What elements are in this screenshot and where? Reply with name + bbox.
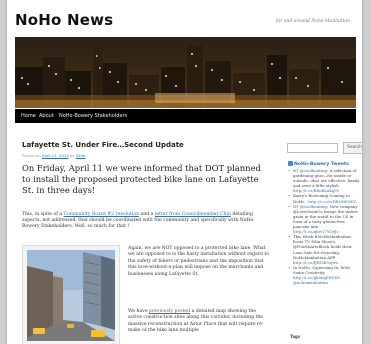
- post-paragraph-3: We have previously posted a detailed map…: [128, 309, 270, 335]
- tweet-item: RT @coolhunting: A selection of gardenin…: [288, 168, 362, 193]
- tweets-list: RT @coolhunting: A selection of gardenin…: [288, 168, 362, 285]
- tweet-item: This Week #NoHoManhattan hosts TV Film S…: [288, 234, 362, 265]
- site-title[interactable]: NoHo News: [15, 11, 113, 29]
- post-lead-paragraph: On Friday, April 11 we were informed tha…: [22, 163, 261, 195]
- para3-text-a: We have: [128, 309, 149, 314]
- post-meta-by: by: [69, 153, 75, 158]
- nav-item-about[interactable]: About: [39, 113, 54, 119]
- previously-posted-link[interactable]: previously posted: [149, 309, 190, 314]
- councilmember-letter-link[interactable]: letter from Councilmember Chin: [155, 212, 231, 217]
- community-board-resolution-link[interactable]: Community Board #2 resolution: [64, 212, 140, 217]
- post-author-link[interactable]: Zella: [76, 153, 85, 158]
- tweet-item: In NoHo: Squeezing In, With Some Creativ…: [288, 265, 362, 285]
- tweets-title-text: NoHo-Bowery Tweets: [294, 162, 349, 167]
- page-wrapper: NoHo News for and around Noho Manhattan: [7, 0, 362, 344]
- tweet-link[interactable]: http://t.co/gk8hgFBYXD @nohomanhattan: [293, 275, 340, 285]
- nav-item-noho-bowery-stakeholders[interactable]: NoHo-Bowery Stakeholders: [59, 113, 127, 119]
- post-paragraph-2: Again, we are NOT opposed to a protected…: [128, 246, 269, 277]
- street-photo[interactable]: [22, 245, 120, 344]
- post-date-link[interactable]: April 17, 2014: [42, 153, 69, 158]
- search-button[interactable]: Search: [343, 142, 362, 154]
- tweet-item: RT @coolhunting: New company @LoveGrainC…: [288, 204, 362, 235]
- tweet-text: This Week #NoHoManhattan hosts TV Film S…: [293, 234, 352, 260]
- header-banner-image: [15, 37, 356, 108]
- nav-item-home[interactable]: Home: [21, 113, 36, 119]
- post-title[interactable]: Lafayette St. Under Fire…Second Update: [22, 141, 262, 149]
- para1-text-a: This, in spite of a: [22, 212, 64, 217]
- twitter-icon: [288, 161, 293, 166]
- post-paragraph-1: This, in spite of a Community Board #2 r…: [22, 212, 270, 231]
- tweet-text: In NoHo: Squeezing In, With Some Creativ…: [293, 264, 350, 275]
- tags-widget-title: Tags: [290, 334, 301, 339]
- post-meta-prefix: Posted on: [22, 153, 41, 158]
- para1-text-b: and a: [139, 212, 155, 217]
- tweet-item: Barry's Bootcamp Coming to NoHo - http:/…: [288, 193, 362, 203]
- post-meta: Posted on April 17, 2014 by Zella: [22, 153, 262, 158]
- search-input[interactable]: [287, 143, 338, 153]
- main-navigation: Home About NoHo-Bowery Stakeholders: [15, 109, 356, 123]
- site-description: for and around Noho Manhattan: [275, 19, 350, 24]
- tweets-widget-title: NoHo-Bowery Tweets: [288, 161, 349, 167]
